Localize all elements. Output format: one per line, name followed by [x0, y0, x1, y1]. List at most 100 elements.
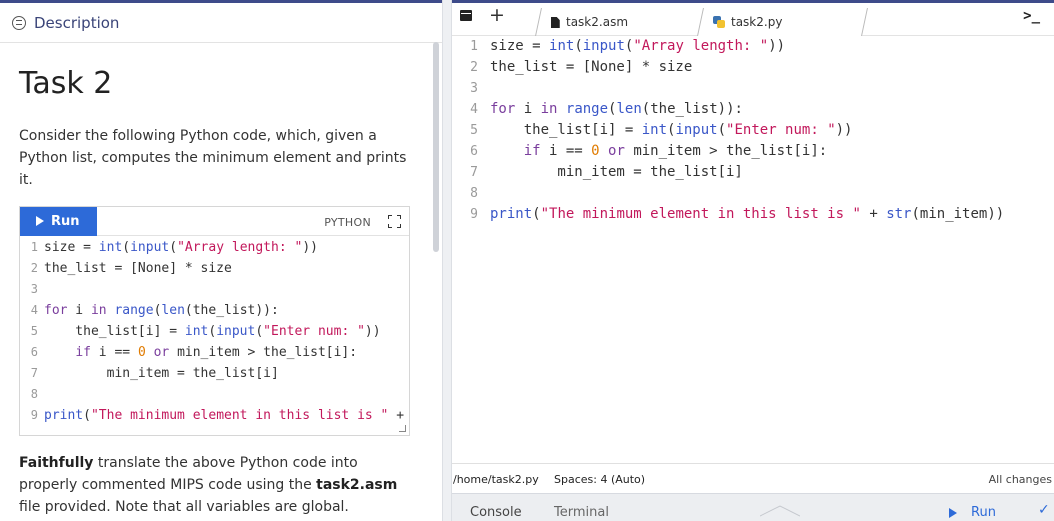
code-token: len	[161, 303, 185, 318]
chevron-up-icon[interactable]	[760, 505, 800, 517]
task-instruction: Faithfully translate the above Python co…	[19, 452, 419, 518]
code-token: "Enter num: "	[263, 324, 365, 339]
code-token: (	[717, 122, 727, 138]
code-line[interactable]: 9 print("The minimum element in this list…	[452, 204, 1004, 225]
line-number: 8	[470, 186, 478, 201]
code-line[interactable]: 3	[452, 78, 1004, 99]
code-token: i ==	[90, 345, 138, 360]
code-token: for	[490, 101, 516, 117]
code-line[interactable]: 6 if i == 0 or min_item > the_list[i]:	[452, 141, 1004, 162]
play-icon	[36, 216, 44, 226]
code-token: (	[122, 240, 131, 255]
description-icon	[12, 15, 26, 30]
editor-code[interactable]: 1 size = int(input("Array length: ")) 2 the…	[452, 36, 1004, 225]
tab-task2-py-label: task2.py	[731, 15, 783, 29]
tab-task2-py[interactable]: task2.py	[697, 8, 868, 36]
editor-tabbar: + task2.asm task2.py >_	[452, 3, 1054, 36]
run-snippet-label: Run	[51, 213, 80, 229]
task-title: Task 2	[19, 66, 113, 101]
code-token: range	[565, 101, 609, 117]
line-number: 7	[470, 165, 478, 180]
resize-grip-icon[interactable]	[399, 425, 406, 432]
code-token: i	[515, 101, 541, 117]
run-snippet-button[interactable]: Run	[20, 206, 97, 236]
terminal-icon[interactable]: >_	[1023, 8, 1040, 24]
code-token: (	[255, 324, 264, 339]
code-line[interactable]: 6 if i == 0 or min_item > the_list[i]:	[20, 342, 409, 363]
code-token: i	[67, 303, 91, 318]
code-line[interactable]: 1 size = int(input("Array length: "))	[452, 36, 1004, 57]
code-token: (	[83, 408, 91, 423]
code-token: min_item = the_list[i]	[44, 366, 279, 381]
language-label: PYTHON	[324, 216, 371, 229]
pane-divider[interactable]	[442, 0, 452, 521]
code-line[interactable]: 7 min_item = the_list[i]	[20, 363, 409, 384]
code-token: (	[624, 38, 634, 54]
tab-console[interactable]: Console	[470, 505, 522, 520]
code-token: int	[98, 240, 123, 255]
code-line[interactable]: 4 for i in range(len (the_list)):	[20, 300, 409, 321]
code-token: min_item > the_list[i]:	[624, 143, 828, 159]
code-token: range	[114, 303, 154, 318]
tab-task2-asm-label: task2.asm	[566, 15, 629, 29]
code-token: input	[130, 240, 170, 255]
code-line[interactable]: 1 size = int(input("Array length: "))	[20, 237, 409, 258]
code-line[interactable]: 8	[452, 183, 1004, 204]
expand-icon[interactable]	[388, 215, 401, 228]
snippet-code[interactable]: 1 size = int(input("Array length: ")) 2 the…	[20, 237, 409, 435]
run-button[interactable]: Run	[949, 505, 996, 520]
code-token: "Enter num: "	[726, 122, 836, 138]
code-token: (min_item))	[911, 206, 1005, 222]
line-number: 5	[30, 324, 38, 338]
new-tab-icon[interactable]: +	[489, 4, 505, 26]
code-line[interactable]: 5 the_list[i] = int(input("Enter num: ")…	[20, 321, 409, 342]
code-token: size =	[490, 38, 550, 54]
line-number: 4	[470, 102, 478, 117]
line-number: 9	[30, 408, 38, 422]
code-line[interactable]: 3	[20, 279, 409, 300]
description-tab[interactable]: Description	[0, 3, 442, 43]
code-token: print	[44, 408, 84, 423]
code-line[interactable]: 7 min_item = the_list[i]	[452, 162, 1004, 183]
code-token: ))	[364, 324, 381, 339]
code-token: min_item > the_list[i]:	[169, 345, 358, 360]
code-token: for	[44, 303, 68, 318]
code-token: size =	[44, 240, 99, 255]
python-icon	[713, 16, 725, 28]
line-number: 5	[470, 123, 478, 138]
code-line[interactable]: 2 the_list = [None] * size	[20, 258, 409, 279]
code-token: the_list[i] =	[490, 122, 642, 138]
code-token: (the_list)):	[641, 101, 743, 117]
code-token: "The minimum element in this list is "	[90, 408, 389, 423]
code-token: int	[549, 38, 575, 54]
code-line[interactable]: 2 the_list = [None] * size	[452, 57, 1004, 78]
editor-pane: + task2.asm task2.py >_ 1 size = int(inpu…	[452, 0, 1054, 521]
code-line[interactable]: 4 for i in range(len (the_list)):	[452, 99, 1004, 120]
code-line[interactable]: 5 the_list[i] = int(input("Enter num: ")…	[452, 120, 1004, 141]
code-token: 0	[137, 345, 146, 360]
check-icon: ✓	[1038, 502, 1050, 518]
code-token: +	[396, 408, 405, 423]
file-tree-icon[interactable]	[460, 10, 472, 21]
code-token: input	[582, 38, 625, 54]
code-token: the_list = [None] * size	[490, 59, 693, 75]
play-icon	[949, 507, 957, 518]
description-pane: Description Task 2 Consider the followin…	[0, 0, 442, 521]
code-token: i ==	[540, 143, 592, 159]
code-line[interactable]: 9 print("The minimum element in this list…	[20, 405, 409, 426]
code-token: the_list[i] =	[44, 324, 185, 339]
code-token: (	[608, 101, 617, 117]
description-scrollbar[interactable]	[433, 42, 439, 252]
code-editor[interactable]: 1 size = int(input("Array length: ")) 2 the…	[452, 36, 1054, 460]
indent-setting[interactable]: Spaces: 4 (Auto)	[554, 473, 645, 486]
code-line[interactable]: 8	[20, 384, 409, 405]
code-token: (	[169, 240, 178, 255]
line-number: 3	[30, 282, 38, 296]
tab-terminal[interactable]: Terminal	[554, 505, 609, 520]
code-token: int	[184, 324, 209, 339]
code-token: ))	[768, 38, 786, 54]
code-token: if	[523, 143, 541, 159]
tab-task2-asm[interactable]: task2.asm	[535, 8, 701, 36]
